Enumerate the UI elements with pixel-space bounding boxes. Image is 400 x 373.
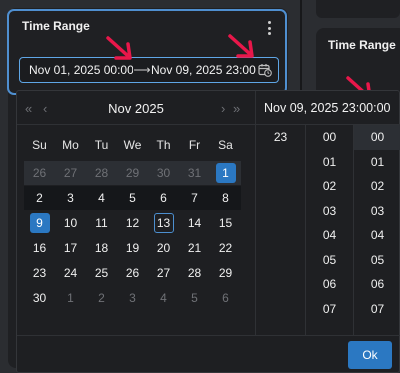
calendar-day[interactable]: 17 (55, 236, 86, 260)
calendar-clock-icon[interactable] (258, 63, 272, 77)
selected-day: 1 (215, 163, 236, 183)
second-option[interactable]: 04 (354, 223, 400, 248)
minute-option[interactable]: 01 (306, 150, 353, 175)
calendar-day[interactable]: 22 (210, 236, 241, 260)
second-option[interactable]: 01 (354, 150, 400, 175)
calendar-day[interactable]: 24 (55, 261, 86, 285)
second-option[interactable]: 07 (354, 297, 400, 322)
start-date-input[interactable]: Nov 01, 2025 00:00 (29, 63, 133, 77)
second-option[interactable]: 02 (354, 174, 400, 199)
calendar-day[interactable]: 26 (24, 161, 55, 185)
weekday-label: Fr (188, 138, 201, 152)
minute-option[interactable]: 00 (306, 125, 353, 150)
calendar-week: 2 3 4 5 6 7 8 (24, 186, 241, 210)
calendar-day[interactable]: 25 (86, 261, 117, 285)
calendar-day[interactable]: 2 (24, 186, 55, 210)
second-option[interactable]: 03 (354, 199, 400, 224)
calendar-day[interactable]: 16 (24, 236, 55, 260)
calendar-day[interactable]: 1 (55, 286, 86, 310)
calendar-day[interactable]: 21 (179, 236, 210, 260)
calendar-day[interactable]: 8 (210, 186, 241, 210)
calendar-day[interactable]: 30 (24, 286, 55, 310)
second-column[interactable]: 00 01 02 03 04 05 06 07 (353, 125, 400, 335)
calendar-week: 26 27 28 29 30 31 1 (24, 161, 241, 185)
weekday-label: We (123, 138, 142, 152)
calendar-day[interactable]: 20 (148, 236, 179, 260)
minute-column[interactable]: 00 01 02 03 04 05 06 07 (305, 125, 353, 335)
calendar-day[interactable]: 29 (117, 161, 148, 185)
today-marker: 13 (153, 213, 174, 233)
calendar-day[interactable]: 6 (148, 186, 179, 210)
minute-option[interactable]: 05 (306, 248, 353, 273)
calendar-day-today[interactable]: 13 (148, 211, 179, 235)
calendar-day[interactable]: 10 (55, 211, 86, 235)
calendar-day[interactable]: 12 (117, 211, 148, 235)
next-month-button[interactable]: › (221, 101, 226, 116)
right-card-title: Time Range (328, 38, 396, 52)
calendar-day[interactable]: 31 (179, 161, 210, 185)
annotation-arrow-icon (228, 34, 254, 58)
picker-footer: Ok (17, 335, 400, 373)
calendar-day[interactable]: 11 (86, 211, 117, 235)
top-right-panel-edge (316, 0, 400, 18)
calendar-day[interactable]: 26 (117, 261, 148, 285)
ok-button[interactable]: Ok (348, 341, 392, 369)
calendar-day[interactable]: 18 (86, 236, 117, 260)
card-title: Time Range (22, 19, 90, 33)
calendar-header: « ‹ Nov 2025 › » (17, 91, 255, 125)
calendar-day[interactable]: 23 (24, 261, 55, 285)
calendar-day[interactable]: 19 (117, 236, 148, 260)
minute-option[interactable]: 02 (306, 174, 353, 199)
selected-datetime-label: Nov 09, 2025 23:00:00 (264, 101, 391, 115)
calendar-day[interactable]: 27 (55, 161, 86, 185)
minute-option[interactable]: 04 (306, 223, 353, 248)
minute-option[interactable]: 06 (306, 272, 353, 297)
calendar-day[interactable]: 3 (55, 186, 86, 210)
calendar-day[interactable]: 5 (179, 286, 210, 310)
calendar-day[interactable]: 27 (148, 261, 179, 285)
weekday-label: Tu (94, 138, 109, 152)
calendar-day[interactable]: 29 (210, 261, 241, 285)
minute-option[interactable]: 03 (306, 199, 353, 224)
calendar-day-range-start[interactable]: 1 (210, 161, 241, 185)
calendar-week: 30 1 2 3 4 5 6 (24, 286, 241, 310)
calendar-day[interactable]: 7 (179, 186, 210, 210)
minute-option[interactable]: 07 (306, 297, 353, 322)
second-option-selected[interactable]: 00 (354, 125, 400, 150)
calendar-day[interactable]: 3 (117, 286, 148, 310)
calendar-day[interactable]: 28 (86, 161, 117, 185)
next-year-button[interactable]: » (233, 101, 240, 116)
annotation-arrow-icon (106, 36, 132, 60)
hour-column[interactable]: 23 (255, 125, 305, 335)
calendar-day[interactable]: 15 (210, 211, 241, 235)
calendar-day[interactable]: 6 (210, 286, 241, 310)
weekday-label: Mo (62, 138, 79, 152)
calendar-week: 9 10 11 12 13 14 15 (24, 211, 241, 235)
second-option[interactable]: 06 (354, 272, 400, 297)
weekday-label: Sa (218, 138, 233, 152)
calendar-day[interactable]: 5 (117, 186, 148, 210)
calendar-week: 16 17 18 19 20 21 22 (24, 236, 241, 260)
second-option[interactable]: 05 (354, 248, 400, 273)
calendar-day[interactable]: 2 (86, 286, 117, 310)
weekday-label: Th (156, 138, 171, 152)
more-options-icon[interactable] (267, 21, 271, 35)
calendar-day[interactable]: 28 (179, 261, 210, 285)
weekday-label: Su (32, 138, 47, 152)
end-date-input[interactable]: Nov 09, 2025 23:00 (151, 63, 257, 77)
calendar-day[interactable]: 4 (86, 186, 117, 210)
weekday-header: Su Mo Tu We Th Fr Sa (24, 138, 241, 152)
calendar-day[interactable]: 30 (148, 161, 179, 185)
calendar-day-range-end[interactable]: 9 (24, 211, 55, 235)
calendar-week: 23 24 25 26 27 28 29 (24, 261, 241, 285)
time-panel-header: Nov 09, 2025 23:00:00 (255, 91, 400, 125)
month-label[interactable]: Nov 2025 (17, 101, 255, 116)
hour-option[interactable]: 23 (256, 125, 305, 150)
range-separator-arrow-icon: ⟶ (133, 63, 151, 77)
selected-day: 9 (29, 213, 50, 233)
calendar-day[interactable]: 4 (148, 286, 179, 310)
calendar-day[interactable]: 14 (179, 211, 210, 235)
date-time-dropdown: « ‹ Nov 2025 › » Su Mo Tu We Th Fr Sa 26… (16, 90, 400, 373)
